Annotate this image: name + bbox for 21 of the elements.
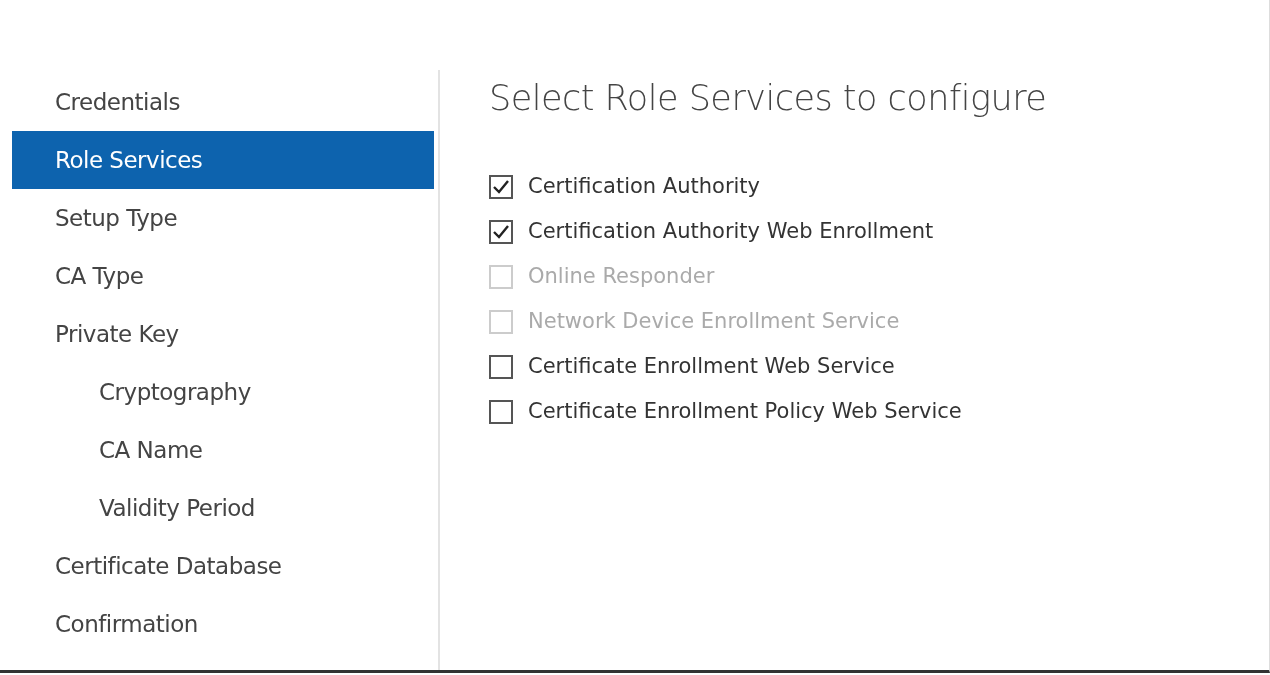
- checkbox-label: Certificate Enrollment Policy Web Service: [528, 398, 962, 426]
- checkbox-label: Certification Authority: [528, 173, 761, 201]
- checkbox[interactable]: [489, 175, 513, 199]
- sidebar-item[interactable]: Confirmation: [12, 595, 434, 653]
- page-title: Select Role Services to configure: [489, 77, 1048, 120]
- checkbox-label: Online Responder: [528, 263, 715, 291]
- checkbox-label: Network Device Enrollment Service: [528, 308, 900, 336]
- sidebar-item[interactable]: Certificate Database: [12, 537, 434, 595]
- checkbox[interactable]: [489, 400, 513, 424]
- sidebar-item[interactable]: Private Key: [12, 305, 434, 363]
- sidebar-item[interactable]: Role Services: [12, 131, 434, 189]
- sidebar-item[interactable]: Setup Type: [12, 189, 434, 247]
- sidebar-item[interactable]: Validity Period: [12, 479, 434, 537]
- sidebar-item[interactable]: CA Type: [12, 247, 434, 305]
- sidebar-item[interactable]: Credentials: [12, 73, 434, 131]
- checkbox[interactable]: [489, 355, 513, 379]
- checkbox-label: Certification Authority Web Enrollment: [528, 218, 934, 246]
- sidebar-item[interactable]: CA Name: [12, 421, 434, 479]
- sidebar-item[interactable]: Cryptography: [12, 363, 434, 421]
- checkbox[interactable]: [489, 220, 513, 244]
- checkbox-label: Certificate Enrollment Web Service: [528, 353, 895, 381]
